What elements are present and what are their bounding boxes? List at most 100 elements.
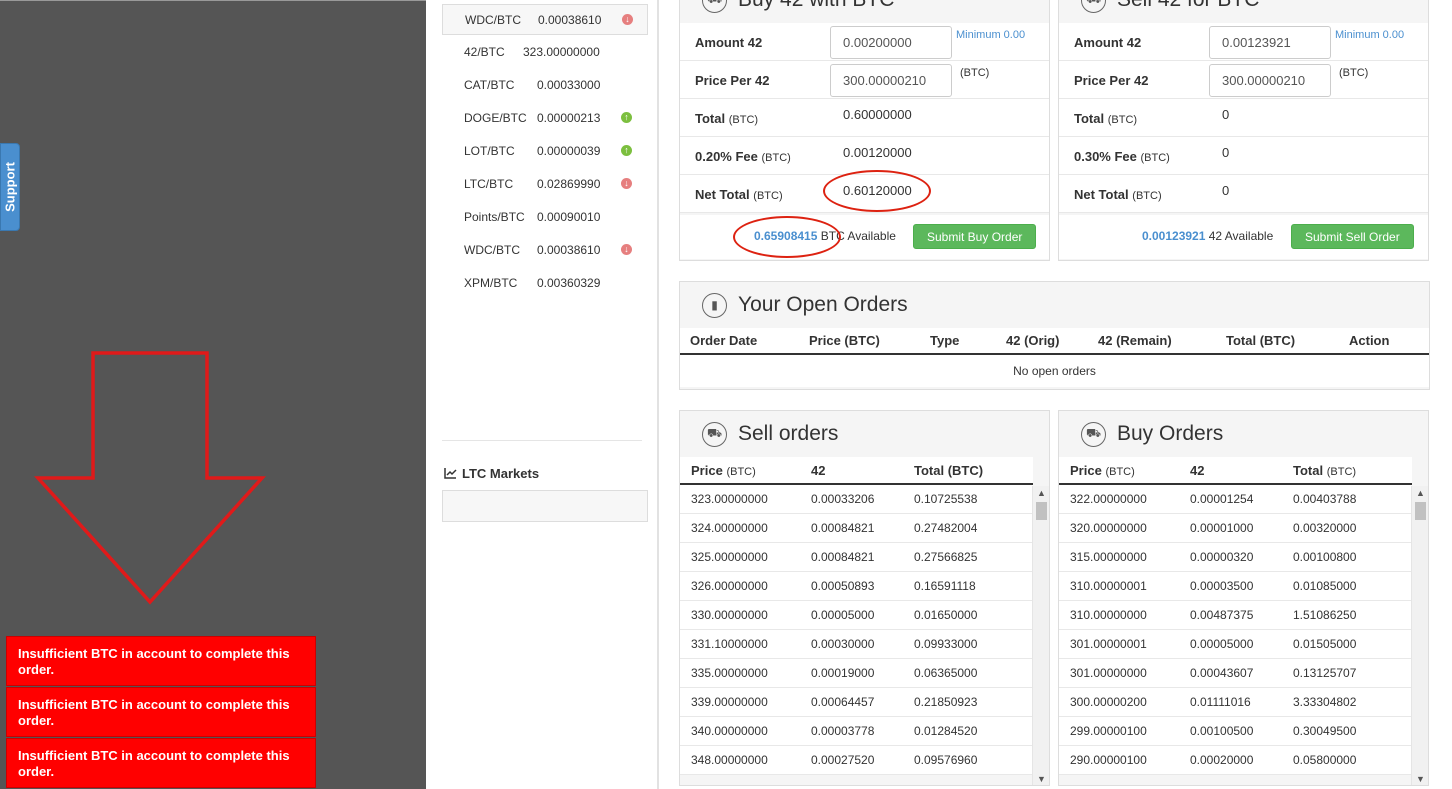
ltc-markets-list (442, 490, 648, 522)
order-row[interactable]: 324.00000000 0.00084821 0.27482004 (680, 513, 1033, 543)
order-row[interactable]: 331.10000000 0.00030000 0.09933000 (680, 629, 1033, 659)
annotation-down-arrow (34, 351, 266, 605)
sell-amount-input[interactable] (1209, 26, 1331, 59)
order-row[interactable]: 301.00000001 0.00005000 0.01505000 (1059, 629, 1412, 659)
total-label: Total (BTC) (695, 111, 759, 126)
sell-net-total-value: 0 (1222, 183, 1230, 198)
order-row[interactable]: 348.00000000 0.00027520 0.09576960 (680, 745, 1033, 775)
sell-orders-scrollbar[interactable]: ▲ ▼ (1032, 486, 1049, 785)
order-price: 310.00000000 (1059, 600, 1179, 630)
column-header[interactable]: Price (BTC) (799, 328, 920, 355)
market-item[interactable]: CAT/BTC 0.00033000 (442, 68, 648, 101)
order-row[interactable]: 310.00000001 0.00003500 0.01085000 (1059, 571, 1412, 601)
sell-amount-row: Amount 42 Minimum 0.00 (1059, 23, 1428, 61)
order-price: 310.00000001 (1059, 571, 1179, 601)
buy-orders-scrollbar[interactable]: ▲ ▼ (1411, 486, 1428, 785)
order-row[interactable]: 299.00000100 0.00100500 0.30049500 (1059, 716, 1412, 746)
order-row[interactable]: 300.00000200 0.01111016 3.33304802 (1059, 687, 1412, 717)
scrollbar-thumb[interactable] (1036, 502, 1047, 520)
sell-orders-table: Price (BTC) 42 Total (BTC) 323.00000000 0… (680, 457, 1033, 775)
price-unit: (BTC) (960, 67, 990, 79)
amount-label: Amount 42 (695, 35, 763, 50)
column-header[interactable]: Total (BTC) (1216, 328, 1339, 355)
order-row[interactable]: 310.00000000 0.00487375 1.51086250 (1059, 600, 1412, 630)
support-tab[interactable]: Support (0, 143, 20, 231)
column-header[interactable]: Total (BTC) (1282, 457, 1412, 485)
scroll-down-icon[interactable]: ▼ (1412, 774, 1428, 784)
error-toast[interactable]: Insufficient BTC in account to complete … (6, 636, 316, 686)
market-item[interactable]: XPM/BTC 0.00360329 (442, 266, 648, 299)
column-header[interactable]: 42 (Orig) (996, 328, 1088, 355)
market-name: DOGE/BTC (464, 110, 527, 125)
order-row[interactable]: 325.00000000 0.00084821 0.27566825 (680, 542, 1033, 572)
column-header[interactable]: Price (BTC) (680, 457, 800, 485)
column-header[interactable]: Order Date (680, 328, 799, 355)
buy-panel: ⛟ Buy 42 with BTC Amount 42 Minimum 0.00… (679, 0, 1050, 261)
order-row[interactable]: 290.00000100 0.00020000 0.05800000 (1059, 745, 1412, 775)
scroll-up-icon[interactable]: ▲ (1033, 488, 1049, 498)
order-row[interactable]: 320.00000000 0.00001000 0.00320000 (1059, 513, 1412, 543)
error-toast[interactable]: Insufficient BTC in account to complete … (6, 738, 316, 788)
order-amount: 0.00027520 (800, 745, 903, 775)
order-row[interactable]: 330.00000000 0.00005000 0.01650000 (680, 600, 1033, 630)
order-row[interactable]: 323.00000000 0.00033206 0.10725538 (680, 484, 1033, 514)
ltc-markets-heading[interactable]: LTC Markets (444, 466, 539, 481)
market-item[interactable]: DOGE/BTC 0.00000213 ↑ (442, 101, 648, 134)
cart-icon: ⛟ (702, 421, 727, 447)
column-header[interactable]: Type (920, 328, 996, 355)
sell-panel-header: ⛟ Sell 42 for BTC (1059, 0, 1428, 23)
market-item[interactable]: WDC/BTC 0.00038610 ↓ (442, 4, 648, 35)
buy-price-input[interactable] (830, 64, 952, 97)
market-item[interactable]: WDC/BTC 0.00038610 ↓ (442, 233, 648, 266)
order-total: 1.51086250 (1282, 600, 1412, 630)
sell-price-input[interactable] (1209, 64, 1331, 97)
sell-available-amount[interactable]: 0.00123921 (1142, 229, 1205, 243)
column-header[interactable]: Price (BTC) (1059, 457, 1179, 485)
trend-down-icon: ↓ (621, 244, 632, 255)
sell-fee-row: 0.30% Fee (BTC) 0 (1059, 137, 1428, 175)
scrollbar-thumb[interactable] (1415, 502, 1426, 520)
market-item[interactable]: Points/BTC 0.00090010 (442, 200, 648, 233)
order-row[interactable]: 322.00000000 0.00001254 0.00403788 (1059, 484, 1412, 514)
order-row[interactable]: 315.00000000 0.00000320 0.00100800 (1059, 542, 1412, 572)
order-amount: 0.00487375 (1179, 600, 1282, 630)
annotation-ellipse (733, 216, 841, 258)
error-toast[interactable]: Insufficient BTC in account to complete … (6, 687, 316, 737)
order-price: 315.00000000 (1059, 542, 1179, 572)
order-price: 299.00000100 (1059, 716, 1179, 746)
scroll-up-icon[interactable]: ▲ (1412, 488, 1428, 498)
order-total: 0.09576960 (903, 745, 1033, 775)
column-header[interactable]: Total (BTC) (903, 457, 1033, 485)
market-item[interactable]: 42/BTC 323.00000000 (442, 35, 648, 68)
order-total: 0.21850923 (903, 687, 1033, 717)
order-amount: 0.00020000 (1179, 745, 1282, 775)
market-item[interactable]: LOT/BTC 0.00000039 ↑ (442, 134, 648, 167)
support-tab-label: Support (2, 162, 18, 212)
submit-buy-order-button[interactable]: Submit Buy Order (913, 224, 1037, 249)
buy-total-value: 0.60000000 (843, 107, 912, 122)
order-row[interactable]: 339.00000000 0.00064457 0.21850923 (680, 687, 1033, 717)
column-header[interactable]: 42 (1179, 457, 1282, 485)
buy-amount-input[interactable] (830, 26, 952, 59)
sell-fee-value: 0 (1222, 145, 1230, 160)
order-total: 0.01284520 (903, 716, 1033, 746)
submit-sell-order-button[interactable]: Submit Sell Order (1291, 224, 1414, 249)
buy-price-row: Price Per 42 (BTC) (680, 61, 1049, 99)
scroll-down-icon[interactable]: ▼ (1033, 774, 1049, 784)
order-amount: 0.00005000 (1179, 629, 1282, 659)
column-header[interactable]: 42 (800, 457, 903, 485)
order-row[interactable]: 340.00000000 0.00003778 0.01284520 (680, 716, 1033, 746)
fee-label: 0.20% Fee (BTC) (695, 149, 791, 164)
column-header[interactable]: 42 (Remain) (1088, 328, 1216, 355)
order-row[interactable]: 335.00000000 0.00019000 0.06365000 (680, 658, 1033, 688)
buy-orders-header: ⛟ Buy Orders (1059, 411, 1428, 457)
annotation-ellipse (823, 170, 931, 212)
empty-message: No open orders (680, 354, 1429, 387)
order-amount: 0.00005000 (800, 600, 903, 630)
market-item[interactable]: LTC/BTC 0.02869990 ↓ (442, 167, 648, 200)
order-row[interactable]: 326.00000000 0.00050893 0.16591118 (680, 571, 1033, 601)
column-header[interactable]: Action (1339, 328, 1429, 355)
order-total: 0.01505000 (1282, 629, 1412, 659)
order-row[interactable]: 301.00000000 0.00043607 0.13125707 (1059, 658, 1412, 688)
price-label: Price Per 42 (1074, 73, 1149, 88)
